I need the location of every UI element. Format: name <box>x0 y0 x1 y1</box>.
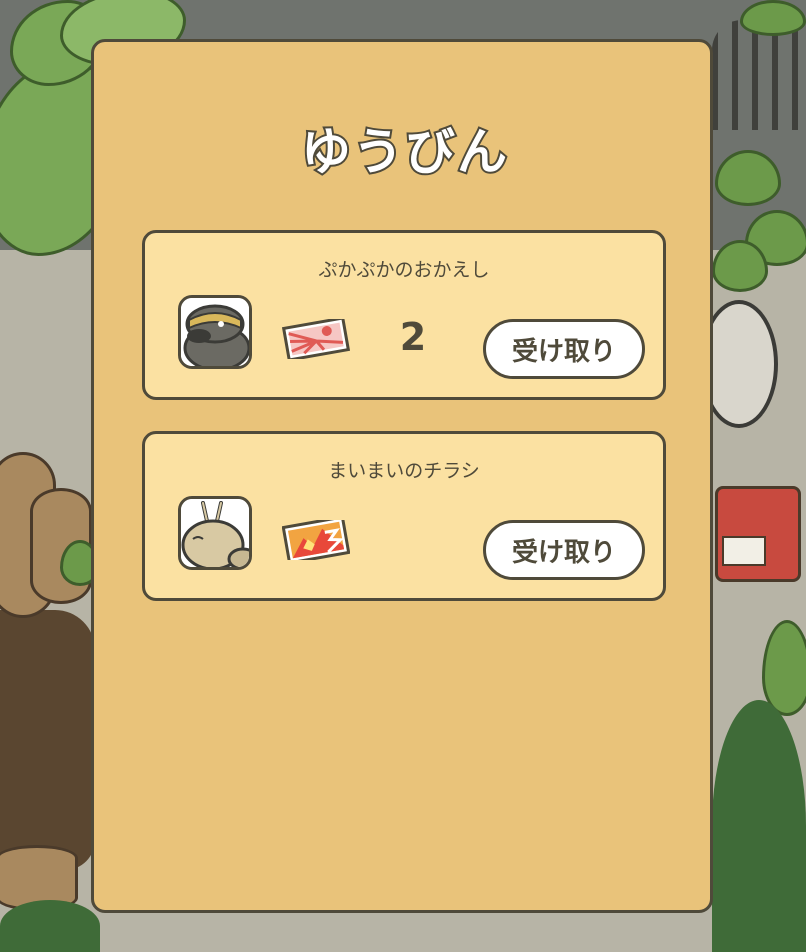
receive-button[interactable]: 受け取り <box>483 520 645 580</box>
mail-sender: まいまいのチラシ <box>328 460 480 482</box>
receive-button[interactable]: 受け取り <box>483 319 645 379</box>
item-count: 2 <box>399 315 427 359</box>
mailbox-envelope <box>722 536 766 566</box>
dirt-patch <box>0 610 95 870</box>
panel-title: ゆうびん <box>299 121 509 183</box>
rising-sun-ticket-icon <box>282 319 350 359</box>
mailbox <box>715 486 801 582</box>
mail-sender: ぷかぷかのおかえし <box>318 259 490 281</box>
plant-leaf <box>740 0 806 36</box>
mail-card: ぷかぷかのおかえし 2 受け取り <box>142 230 666 400</box>
snail-avatar-icon <box>178 496 252 570</box>
mail-panel: ゆうびん ぷかぷかのおかえし 2 受け取り まいまいのチラシ 受け取り <box>91 39 713 913</box>
mail-card: まいまいのチラシ 受け取り <box>142 431 666 601</box>
mole-badger-avatar-icon <box>178 295 252 369</box>
flyer-icon <box>282 520 350 560</box>
tall-grass <box>712 700 806 952</box>
gate-grate <box>712 20 806 130</box>
tall-grass <box>0 900 100 952</box>
